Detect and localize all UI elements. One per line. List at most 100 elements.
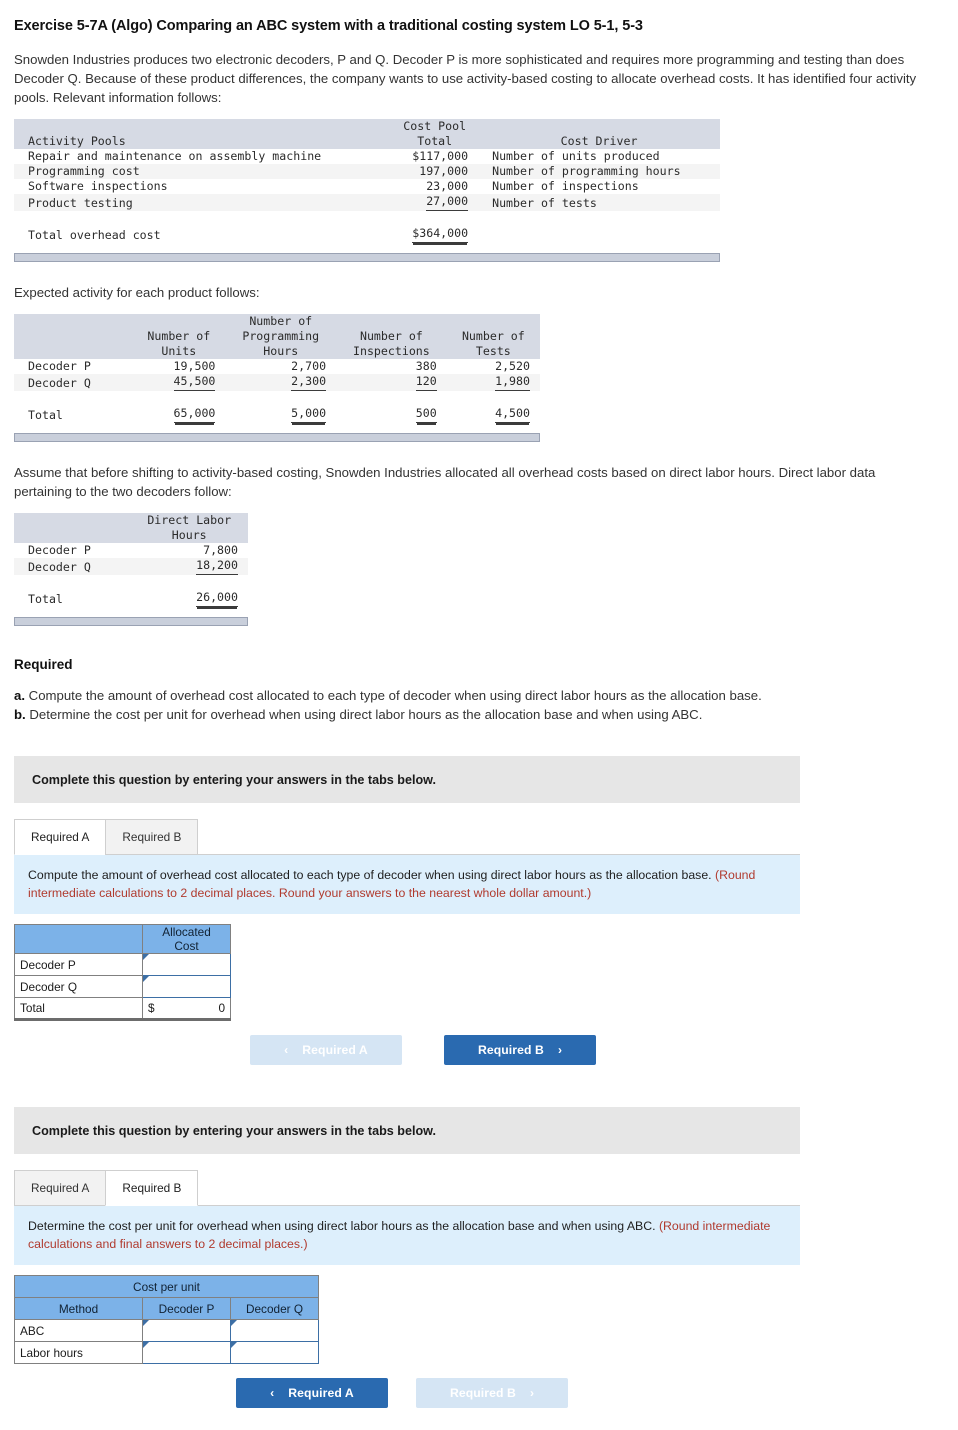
cost-per-unit-row-label-abc: ABC: [15, 1320, 143, 1342]
panel-a-banner: Complete this question by entering your …: [14, 756, 800, 803]
expected-header-prog-l2: Programming: [225, 329, 336, 344]
table-row: Decoder P 19,500 2,700 380 2,520: [14, 359, 540, 374]
table-row: Decoder Q 45,500 2,300 120 1,980: [14, 374, 540, 391]
expected-header-tests-l3: Tests: [447, 344, 540, 359]
expected-total-label: Total: [14, 406, 132, 423]
tab-required-a[interactable]: Required A: [14, 819, 106, 855]
nav-prev-label: Required A: [302, 1043, 368, 1057]
cost-per-unit-input-abc-q[interactable]: [231, 1320, 319, 1342]
expected-total-inspections: 500: [336, 406, 447, 423]
table-row: Decoder P 7,800: [14, 543, 248, 558]
answer-panel-a: Complete this question by entering your …: [14, 756, 800, 1065]
table-row-total: Total $ 0: [15, 998, 231, 1020]
labor-header-line2: Hours: [130, 528, 248, 543]
intro-paragraph: Snowden Industries produces two electron…: [0, 34, 944, 107]
allocated-header-blank: [15, 925, 143, 954]
expected-inspections: 380: [336, 359, 447, 374]
nav-next-label: Required B: [450, 1386, 516, 1400]
table-row: Product testing 27,000 Number of tests: [14, 194, 720, 211]
answer-panel-b: Complete this question by entering your …: [14, 1107, 800, 1408]
table-row: Decoder P: [15, 954, 231, 976]
expected-header-units-l3: Units: [132, 344, 225, 359]
expected-inspections: 120: [336, 374, 447, 391]
expected-header-units-l2: Number of: [132, 329, 225, 344]
activity-pool-name: Software inspections: [14, 179, 391, 194]
cost-per-unit-input-labor-p[interactable]: [143, 1342, 231, 1364]
chevron-right-icon: ›: [530, 1386, 534, 1400]
activity-header-driver-blank: [478, 119, 720, 134]
expected-total-units: 65,000: [132, 406, 225, 423]
expected-row-label: Decoder P: [14, 359, 132, 374]
labor-row-label: Decoder P: [14, 543, 130, 558]
activity-header-cost-pool-line1: Cost Pool: [391, 119, 478, 134]
activity-pool-total: 23,000: [391, 179, 478, 194]
activity-pool-name: Product testing: [14, 194, 391, 211]
allocated-header-line1: Allocated: [162, 925, 211, 939]
activity-header-cost-driver: Cost Driver: [478, 134, 720, 149]
expected-prog-hours: 2,300: [225, 374, 336, 391]
expected-header-insp-l3: Inspections: [336, 344, 447, 359]
nav-prev-required-a-button[interactable]: ‹ Required A: [236, 1378, 388, 1408]
cost-per-unit-input-labor-q[interactable]: [231, 1342, 319, 1364]
table-footer-bar: [14, 253, 720, 262]
table-footer-bar: [14, 433, 540, 442]
page-title: Exercise 5-7A (Algo) Comparing an ABC sy…: [0, 0, 958, 34]
allocated-cost-header: Allocated Cost: [143, 925, 231, 954]
allocated-row-label-q: Decoder Q: [15, 976, 143, 998]
tab-required-b[interactable]: Required B: [105, 819, 198, 855]
required-a-marker: a.: [14, 688, 25, 703]
nav-next-required-b-button[interactable]: Required B ›: [416, 1378, 568, 1408]
table-row: Decoder Q 18,200: [14, 558, 248, 575]
expected-activity-table-wrap: Number of Number of Programming Number o…: [0, 302, 958, 447]
panel-b-instruction-box: Determine the cost per unit for overhead…: [14, 1205, 800, 1265]
tab-required-a[interactable]: Required A: [14, 1170, 106, 1206]
panel-b-nav: ‹ Required A Required B ›: [14, 1378, 800, 1408]
cost-per-unit-col-method: Method: [15, 1298, 143, 1320]
table-row-total: Total 26,000: [14, 590, 248, 607]
expected-units: 45,500: [132, 374, 225, 391]
cost-per-unit-col-decoder-p: Decoder P: [143, 1298, 231, 1320]
activity-pools-table: Cost Pool Activity Pools Total Cost Driv…: [14, 119, 720, 243]
labor-intro-paragraph: Assume that before shifting to activity-…: [0, 447, 944, 501]
required-heading: Required: [0, 631, 958, 672]
allocated-cost-table: Allocated Cost Decoder P Decoder Q: [14, 924, 231, 1021]
allocated-total-currency: $: [148, 1001, 155, 1015]
activity-total-label: Total overhead cost: [14, 226, 391, 243]
nav-prev-label: Required A: [288, 1386, 354, 1400]
labor-total-label: Total: [14, 590, 130, 607]
table-footer-bar: [14, 617, 248, 626]
panel-b-instruction: Determine the cost per unit for overhead…: [28, 1219, 656, 1233]
tab-required-b[interactable]: Required B: [105, 1170, 198, 1206]
allocated-total-amount: 0: [218, 1001, 225, 1015]
allocated-header-line2: Cost: [174, 939, 198, 953]
activity-total-value: $364,000: [391, 226, 478, 243]
allocated-cost-input-decoder-p[interactable]: [143, 954, 231, 976]
panel-a-nav: ‹ Required A Required B ›: [14, 1035, 800, 1065]
labor-header-line1: Direct Labor: [130, 513, 248, 528]
table-row: Software inspections 23,000 Number of in…: [14, 179, 720, 194]
expected-tests: 2,520: [447, 359, 540, 374]
nav-prev-required-a-button[interactable]: ‹ Required A: [250, 1035, 402, 1065]
cost-per-unit-input-abc-p[interactable]: [143, 1320, 231, 1342]
labor-total-hours: 26,000: [130, 590, 248, 607]
labor-hours: 7,800: [130, 543, 248, 558]
nav-next-required-b-button[interactable]: Required B ›: [444, 1035, 596, 1065]
expected-header-tests-l1: [447, 314, 540, 329]
table-row: Decoder Q: [15, 976, 231, 998]
required-b-marker: b.: [14, 707, 26, 722]
allocated-cost-input-decoder-q[interactable]: [143, 976, 231, 998]
chevron-left-icon: ‹: [270, 1386, 274, 1400]
required-b-text: Determine the cost per unit for overhead…: [29, 707, 702, 722]
nav-next-label: Required B: [478, 1043, 544, 1057]
panel-a-tabs: Required A Required B: [14, 817, 800, 855]
activity-cost-driver: Number of units produced: [478, 149, 720, 164]
activity-cost-driver: Number of programming hours: [478, 164, 720, 179]
expected-tests: 1,980: [447, 374, 540, 391]
activity-header-blank: [14, 119, 391, 134]
direct-labor-table-wrap: Direct Labor Hours Decoder P 7,800 Decod…: [0, 501, 958, 631]
panel-b-banner: Complete this question by entering your …: [14, 1107, 800, 1154]
expected-header-insp-l1: [336, 314, 447, 329]
activity-header-pools: Activity Pools: [14, 134, 391, 149]
table-row: Labor hours: [15, 1342, 319, 1364]
required-a-text: Compute the amount of overhead cost allo…: [29, 688, 762, 703]
